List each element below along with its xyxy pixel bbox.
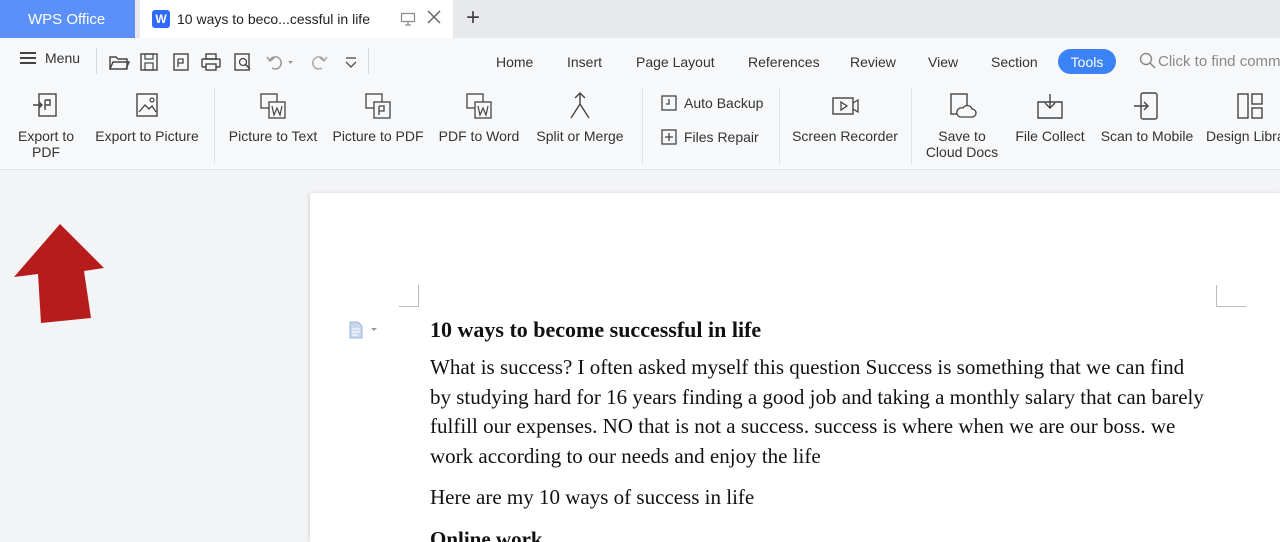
split-merge-icon [570,92,590,119]
tab-review[interactable]: Review [850,54,896,70]
design-library-button[interactable]: Design Library [1206,90,1280,144]
divider [911,88,912,164]
backup-icon [661,95,677,111]
find-command-input[interactable]: Click to find commands [1138,51,1280,71]
pin-to-desktop-icon[interactable] [400,11,416,30]
tab-wps-label: WPS Office [28,10,106,28]
tab-home[interactable]: Home [496,54,533,70]
picture-to-text-icon [260,93,286,119]
repair-icon [661,129,677,145]
menu-row: Menu Home Insert Page Layout References … [0,38,1280,84]
scan-to-mobile-label: Scan to Mobile [1100,128,1194,144]
picture-to-pdf-label: Picture to PDF [332,128,424,144]
screen-recorder-button[interactable]: Screen Recorder [788,90,902,144]
document-icon [349,321,363,339]
tab-tools[interactable]: Tools [1058,49,1116,74]
find-command-placeholder: Click to find commands [1158,52,1280,70]
divider [642,88,643,164]
screen-recorder-label: Screen Recorder [792,128,898,144]
undo-icon[interactable] [264,51,293,73]
customize-quick-access-icon[interactable] [340,51,362,73]
tab-wps-office[interactable]: WPS Office [0,0,135,38]
tab-document-title: 10 ways to beco...cessful in life [177,11,370,27]
hamburger-icon [20,52,36,64]
close-tab-icon[interactable] [426,9,442,30]
picture-to-pdf-icon [365,93,391,119]
files-repair-button[interactable]: Files Repair [660,128,759,146]
save-to-cloud-docs-button[interactable]: Save to Cloud Docs [920,90,1004,160]
tab-references[interactable]: References [748,54,820,70]
cloud-save-icon [950,93,977,118]
export-to-pdf-button[interactable]: Export to PDF [8,90,84,160]
tab-section[interactable]: Section [991,54,1038,70]
new-tab-button[interactable]: + [466,4,480,32]
tab-bar: WPS Office W 10 ways to beco...cessful i… [0,0,1280,38]
file-collect-icon [1037,94,1063,119]
tab-page-layout[interactable]: Page Layout [636,54,715,70]
design-library-icon [1237,93,1263,119]
print-preview-icon[interactable] [232,51,254,73]
document-page[interactable]: 10 ways to become successful in life Wha… [310,193,1280,542]
auto-backup-button[interactable]: Auto Backup [660,94,763,112]
menu-button[interactable]: Menu [20,50,80,66]
split-or-merge-label: Split or Merge [536,128,624,144]
export-picture-icon [136,93,158,117]
scan-to-mobile-button[interactable]: Scan to Mobile [1094,90,1200,144]
export-to-picture-label: Export to Picture [95,128,199,144]
divider [96,48,97,74]
picture-to-text-label: Picture to Text [228,128,318,144]
export-pdf-icon [33,93,57,117]
print-icon[interactable] [200,51,222,73]
divider [368,48,369,74]
pdf-to-word-icon [466,93,492,119]
screen-recorder-icon [832,97,859,115]
files-repair-label: Files Repair [684,129,759,145]
margin-marker-right [1216,285,1246,307]
export-pdf-quick-icon[interactable] [170,51,192,73]
picture-to-pdf-button[interactable]: Picture to PDF [328,90,428,144]
document-body[interactable]: 10 ways to become successful in life Wha… [430,315,1210,542]
paragraph-menu-button[interactable] [347,321,379,339]
file-collect-label: File Collect [1015,128,1085,144]
document-paragraph-2: Here are my 10 ways of success in life [430,485,755,509]
design-library-label: Design Library [1206,128,1280,144]
save-icon[interactable] [138,51,160,73]
pdf-to-word-button[interactable]: PDF to Word [432,90,526,144]
document-title: 10 ways to become successful in life [430,317,762,342]
redo-icon[interactable] [308,51,330,73]
auto-backup-label: Auto Backup [684,95,764,111]
export-to-pdf-label: Export to PDF [17,128,75,160]
tab-view[interactable]: View [928,54,958,70]
divider [779,88,780,164]
writer-doc-icon: W [152,10,170,28]
open-folder-icon[interactable] [108,51,131,73]
file-collect-button[interactable]: File Collect [1010,90,1090,144]
divider [214,88,215,164]
tab-insert[interactable]: Insert [567,54,602,70]
scan-to-mobile-icon [1134,92,1158,120]
document-paragraph-1: What is success? I often asked myself th… [430,355,1204,468]
split-or-merge-button[interactable]: Split or Merge [530,90,630,144]
save-to-cloud-docs-label: Save to Cloud Docs [925,128,999,160]
red-up-arrow-icon [14,224,104,323]
tools-ribbon: Export to PDF Export to Picture Picture … [0,84,1280,170]
chevron-down-icon [371,328,377,331]
menu-label: Menu [45,50,81,66]
document-heading-online-work: Online work [430,526,543,542]
search-icon [1139,52,1156,69]
margin-marker-left [399,285,419,307]
pdf-to-word-label: PDF to Word [438,128,520,144]
tab-document[interactable]: W 10 ways to beco...cessful in life [140,0,453,38]
export-to-picture-button[interactable]: Export to Picture [90,90,204,144]
picture-to-text-button[interactable]: Picture to Text [224,90,322,144]
